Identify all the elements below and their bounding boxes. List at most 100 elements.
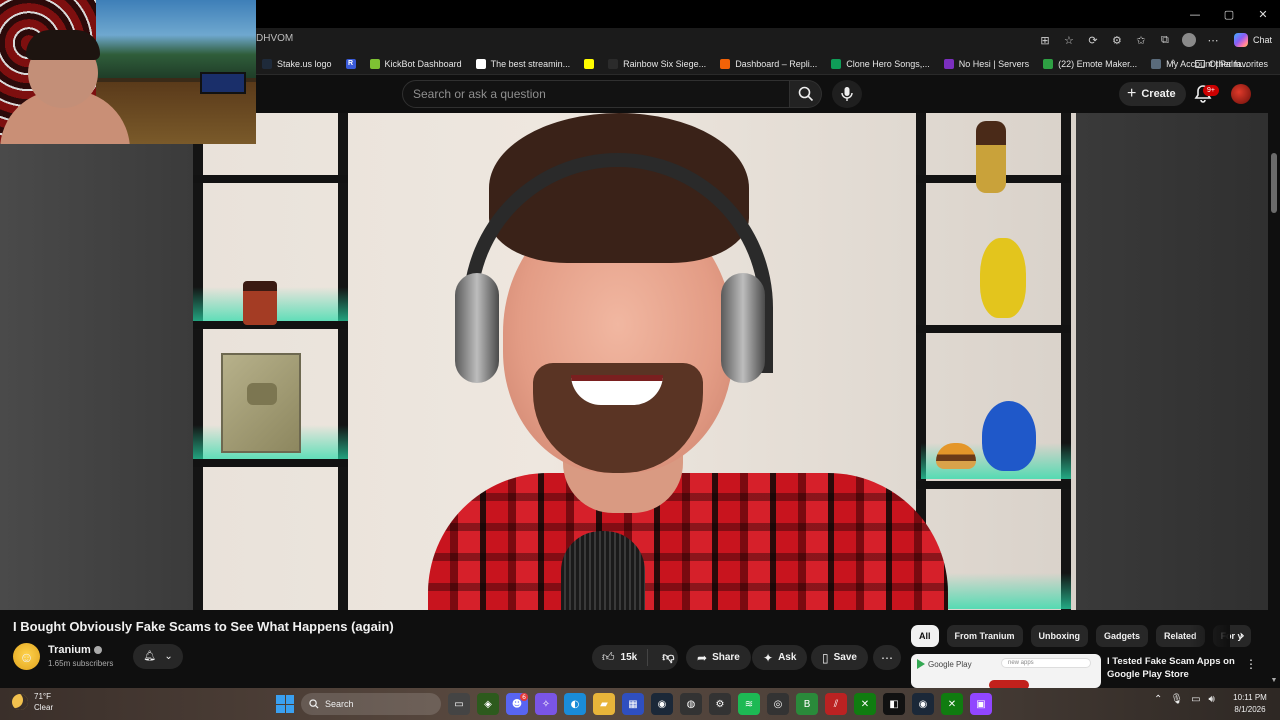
page-scrollbar[interactable] <box>1268 113 1280 688</box>
video-title: I Bought Obviously Fake Scams to See Wha… <box>13 619 394 634</box>
save-button[interactable]: ▯ Save <box>811 645 868 670</box>
extensions-icon[interactable]: ⚙ <box>1110 33 1124 47</box>
thumbs-up-icon: 👍︎ <box>602 650 615 664</box>
bookmark-item[interactable]: The best streamin... <box>475 58 570 69</box>
bookmark-list: Stake.us logo R KickBot Dashboard The best … <box>262 52 1248 75</box>
scrollbar-thumb[interactable] <box>1271 153 1277 213</box>
volume-icon[interactable]: 🔊︎ <box>1209 694 1215 705</box>
bookmark-label: Rainbow Six Siege... <box>623 58 707 69</box>
taskbar-search[interactable] <box>301 693 441 715</box>
favorite-star-icon[interactable]: ☆ <box>1062 33 1076 47</box>
other-favorites[interactable]: Other favorites <box>1194 52 1268 75</box>
weather-widget[interactable]: 71°F Clear <box>12 691 53 713</box>
steam-secondary-icon[interactable]: ◉ <box>912 693 934 715</box>
twitch-icon[interactable]: ▣ <box>970 693 992 715</box>
copilot-chat-button[interactable]: Chat <box>1230 33 1272 47</box>
microphone-tray-icon[interactable]: 🎙︎ <box>1170 694 1183 705</box>
steam-icon[interactable]: ◉ <box>651 693 673 715</box>
task-view-icon[interactable]: ▭ <box>448 693 470 715</box>
create-button[interactable]: + Create <box>1119 82 1186 106</box>
taskbar-clock[interactable]: 10:11 PM 8/1/2026 <box>1228 692 1272 716</box>
4k-video-icon[interactable]: ◎ <box>767 693 789 715</box>
scroll-down-arrow-icon[interactable]: ▼ <box>1268 674 1280 686</box>
voice-search-button[interactable] <box>832 80 862 108</box>
more-actions-button[interactable]: ⋯ <box>873 645 901 670</box>
favorites-icon[interactable]: ✩ <box>1134 33 1148 47</box>
nvidia-icon[interactable]: ◈ <box>477 693 499 715</box>
obs-icon[interactable]: ◍ <box>680 693 702 715</box>
recommended-thumbnail[interactable]: Google Play new apps <box>911 654 1101 688</box>
microphone-prop <box>561 531 645 610</box>
other-favorites-label: Other favorites <box>1208 58 1268 69</box>
bookmark-item[interactable]: Dashboard – Repli... <box>720 58 817 69</box>
tray-overflow-icon[interactable]: ⌃ <box>1154 694 1162 705</box>
more-vertical-icon[interactable]: ⋮ <box>1245 657 1257 671</box>
share-button[interactable]: ➦ Share <box>686 645 751 670</box>
stake-icon <box>262 58 272 69</box>
spotify-icon[interactable]: ≋ <box>738 693 760 715</box>
recommended-title[interactable]: I Tested Fake Scam Apps on Google Play S… <box>1107 655 1237 681</box>
edge-icon[interactable]: ◐ <box>564 693 586 715</box>
bookmark-item[interactable]: No Hesi | Servers <box>943 58 1029 69</box>
refresh-icon[interactable]: ⟳ <box>1086 33 1100 47</box>
search-button[interactable] <box>790 80 822 108</box>
maximize-icon[interactable]: ▢ <box>1212 0 1246 28</box>
more-horizontal-icon: ⋯ <box>881 650 893 665</box>
chip-gadgets[interactable]: Gadgets <box>1096 625 1149 647</box>
chip-from-tranium[interactable]: From Tranium <box>946 625 1023 647</box>
profile-avatar[interactable] <box>1181 33 1196 47</box>
settings-gear-icon[interactable]: ⚙ <box>709 693 731 715</box>
bookmark-item[interactable]: Rainbow Six Siege... <box>608 58 707 69</box>
url-text[interactable]: DHVOM <box>256 33 293 44</box>
epic-games-icon[interactable]: ◧ <box>883 693 905 715</box>
chip-all[interactable]: All <box>911 625 939 647</box>
verified-icon <box>93 646 102 654</box>
b-app-icon[interactable]: B <box>796 693 818 715</box>
bookmark-item[interactable] <box>584 58 595 69</box>
bookmark-item[interactable]: R <box>345 58 356 69</box>
dislike-button[interactable]: 👎︎ <box>653 650 683 665</box>
bookmark-item[interactable]: (22) Emote Maker... <box>1043 58 1137 69</box>
video-player[interactable] <box>193 113 1076 610</box>
copilot-app-icon[interactable]: ✧ <box>535 693 557 715</box>
search-box <box>402 80 790 108</box>
windows-start-icon[interactable] <box>276 695 294 713</box>
thumbs-down-icon: 👎︎ <box>662 650 675 664</box>
channel-name[interactable]: Tranium <box>48 644 102 656</box>
discord-icon[interactable]: ☻ 6 <box>506 693 528 715</box>
burger-plush-prop <box>936 443 976 469</box>
action-figure-prop <box>976 121 1006 193</box>
bookmark-item[interactable]: KickBot Dashboard <box>369 58 462 69</box>
account-avatar[interactable] <box>1231 84 1251 104</box>
collections-icon[interactable]: ⧉ <box>1158 33 1172 47</box>
minimize-icon[interactable]: — <box>1178 0 1212 28</box>
file-explorer-icon[interactable]: ▰ <box>593 693 615 715</box>
bookmark-item[interactable]: Stake.us logo <box>262 58 332 69</box>
subscribed-button[interactable]: 🔔︎ ⌄ <box>133 644 183 669</box>
palm-icon <box>1151 58 1162 69</box>
snapchat-icon <box>584 58 595 69</box>
more-menu-icon[interactable]: ⋯ <box>1206 33 1220 47</box>
search-input[interactable] <box>403 81 789 107</box>
discord-badge: 6 <box>520 693 528 701</box>
more-bookmarks-chevron-icon[interactable]: › <box>1172 56 1175 67</box>
ask-button[interactable]: ✦ Ask <box>752 645 808 670</box>
like-button[interactable]: 👍︎ 15k <box>592 649 649 666</box>
xbox-icon[interactable]: ✕ <box>854 693 876 715</box>
network-icon[interactable]: ▭ <box>1191 694 1200 705</box>
taskbar-search-input[interactable] <box>325 699 385 709</box>
chat-label: Chat <box>1252 35 1272 45</box>
stripes-app-icon[interactable]: ⫽ <box>825 693 847 715</box>
app-available-icon[interactable]: ⊞ <box>1038 33 1052 47</box>
subscriber-count: 1.65m subscribers <box>48 659 114 668</box>
close-icon[interactable]: ✕ <box>1246 0 1280 28</box>
notification-badge: 9+ <box>1203 85 1219 96</box>
webcam-painting <box>96 0 256 82</box>
channel-avatar[interactable]: ☺ <box>13 643 40 670</box>
chips-next-chevron-icon[interactable]: › <box>1233 627 1251 645</box>
recommended-video[interactable]: Google Play new apps I Tested Fake Scam … <box>911 654 1261 688</box>
bookmark-item[interactable]: Clone Hero Songs,... <box>831 58 930 69</box>
chip-unboxing[interactable]: Unboxing <box>1030 625 1089 647</box>
microsoft-store-icon[interactable]: ▦ <box>622 693 644 715</box>
xbox-app-icon[interactable]: ✕ <box>941 693 963 715</box>
